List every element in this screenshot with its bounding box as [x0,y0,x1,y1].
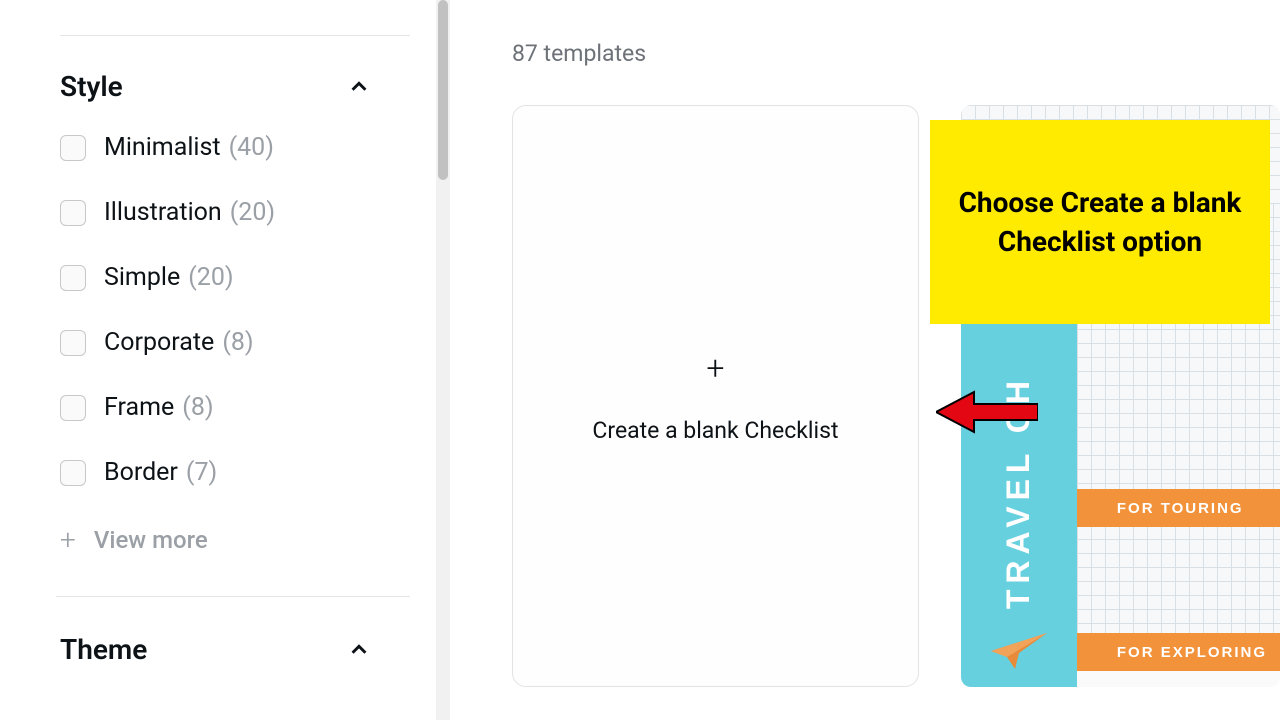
template-tag-touring: FOR TOURING [1077,489,1280,527]
paper-plane-icon [987,629,1051,673]
chevron-up-icon [348,639,370,661]
blank-card-label: Create a blank Checklist [592,417,838,444]
option-label: Border [104,458,178,487]
style-option-frame[interactable]: Frame (8) [60,393,370,422]
option-count: (7) [186,458,217,487]
scrollbar-thumb[interactable] [438,0,448,180]
style-option-corporate[interactable]: Corporate (8) [60,328,370,357]
option-label: Frame [104,393,174,422]
sidebar-scrollbar[interactable] [436,0,450,720]
checkbox-icon[interactable] [60,460,86,486]
style-option-minimalist[interactable]: Minimalist (40) [60,133,370,162]
view-more-label: View more [94,526,208,554]
plus-icon: + [60,523,76,556]
view-more-button[interactable]: + View more [60,523,370,556]
option-label: Illustration [104,198,222,227]
divider [56,596,410,597]
option-count: (20) [230,198,275,227]
style-header[interactable]: Style [60,70,370,103]
option-label: Corporate [104,328,214,357]
style-option-illustration[interactable]: Illustration (20) [60,198,370,227]
plus-icon: + [706,349,724,387]
callout-text: Choose Create a blank Checklist option [956,183,1244,261]
main-content: 87 templates + Create a blank Checklist … [460,0,1280,720]
filter-sidebar: Style Minimalist (40) Illustration (20) … [0,0,420,720]
option-count: (8) [182,393,213,422]
divider [60,35,410,36]
create-blank-card[interactable]: + Create a blank Checklist [512,105,919,687]
red-arrow-icon [936,388,1038,436]
option-count: (40) [229,133,274,162]
style-option-border[interactable]: Border (7) [60,458,370,487]
checkbox-icon[interactable] [60,135,86,161]
option-label: Minimalist [104,133,221,162]
style-option-simple[interactable]: Simple (20) [60,263,370,292]
theme-title: Theme [60,633,147,666]
checkbox-icon[interactable] [60,330,86,356]
chevron-up-icon [348,76,370,98]
option-count: (8) [222,328,253,357]
checkbox-icon[interactable] [60,265,86,291]
template-count: 87 templates [512,40,1280,67]
style-title: Style [60,70,123,103]
style-section: Style Minimalist (40) Illustration (20) … [60,70,370,666]
option-count: (20) [188,263,233,292]
template-tag-exploring: FOR EXPLORING [1077,633,1280,671]
theme-header[interactable]: Theme [60,633,370,666]
instruction-callout: Choose Create a blank Checklist option [930,120,1270,324]
option-label: Simple [104,263,180,292]
checkbox-icon[interactable] [60,395,86,421]
checkbox-icon[interactable] [60,200,86,226]
